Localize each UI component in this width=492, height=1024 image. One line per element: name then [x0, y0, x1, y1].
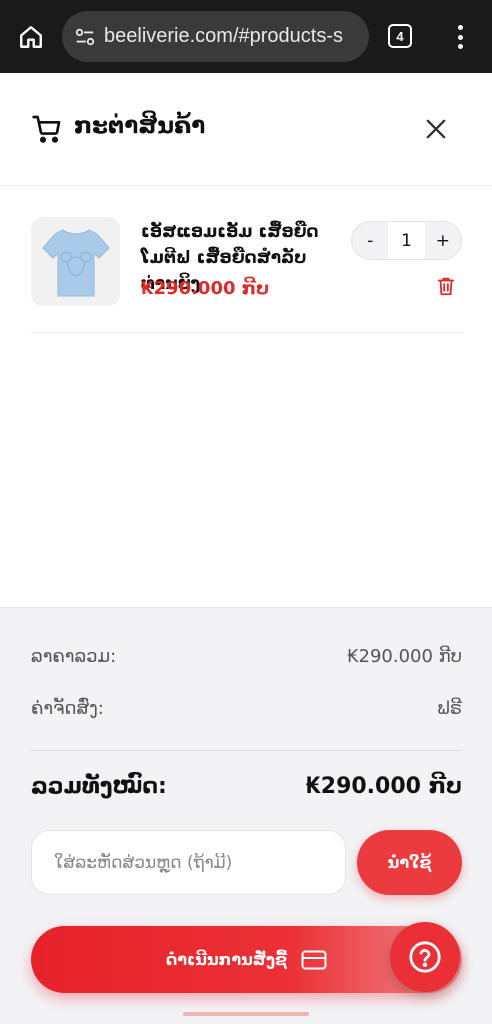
browser-toolbar: beeliverie.com/#products-s 4 [0, 0, 492, 73]
apply-coupon-button[interactable]: ນຳໃຊ້ [357, 830, 462, 895]
help-button[interactable] [390, 922, 460, 992]
quantity-stepper: - 1 + [351, 221, 462, 260]
checkout-label: ດຳເນີນການສັ່ງຊື້ [166, 950, 287, 969]
shipping-label: ຄ່າຈັດສົ່ງ: [31, 698, 104, 719]
product-price: ₭290.000 ກີບ [141, 278, 270, 299]
trash-icon[interactable] [435, 275, 457, 297]
subtotal-label: ລາຄາລວມ: [31, 646, 117, 667]
quantity-value[interactable]: 1 [388, 222, 425, 259]
decrease-quantity-button[interactable]: - [352, 222, 388, 259]
shipping-row: ຄ່າຈັດສົ່ງ: ຟຣີ [31, 698, 462, 719]
cart-title: ກະຕ່າສິນຄ້າ [74, 113, 206, 139]
url-text[interactable]: beeliverie.com/#products-s [104, 25, 343, 48]
divider [31, 750, 462, 751]
browser-menu-icon[interactable] [450, 22, 470, 52]
credit-card-icon [301, 950, 327, 969]
subtotal-value: ₭290.000 ກີບ [347, 646, 462, 667]
address-bar[interactable]: beeliverie.com/#products-s [62, 11, 369, 62]
total-value: ₭290.000 ກີບ [305, 774, 462, 799]
order-summary: ລາຄາລວມ: ₭290.000 ກີບ ຄ່າຈັດສົ່ງ: ຟຣີ ລວ… [0, 607, 492, 1024]
coupon-code-input[interactable] [31, 830, 346, 895]
shipping-value: ຟຣີ [437, 698, 462, 719]
close-icon[interactable] [422, 115, 450, 143]
product-image[interactable] [31, 217, 120, 306]
site-settings-icon[interactable] [72, 24, 98, 50]
cart-item: ເອັສແອມເອັມ ເສື້ອຍືດ ໂມຕີຟ ເສື້ອຍືດສຳລັບ… [31, 186, 462, 333]
total-label: ລວມທັງໝົດ: [31, 774, 167, 799]
home-indicator [183, 1012, 309, 1016]
home-icon[interactable] [16, 22, 46, 52]
total-row: ລວມທັງໝົດ: ₭290.000 ກີບ [31, 774, 462, 799]
cart-header: ກະຕ່າສິນຄ້າ [0, 73, 492, 186]
increase-quantity-button[interactable]: + [425, 222, 461, 259]
help-icon [409, 941, 441, 973]
tab-switcher-button[interactable]: 4 [388, 24, 412, 48]
subtotal-row: ລາຄາລວມ: ₭290.000 ກີບ [31, 646, 462, 667]
shopping-cart-icon [31, 113, 63, 145]
